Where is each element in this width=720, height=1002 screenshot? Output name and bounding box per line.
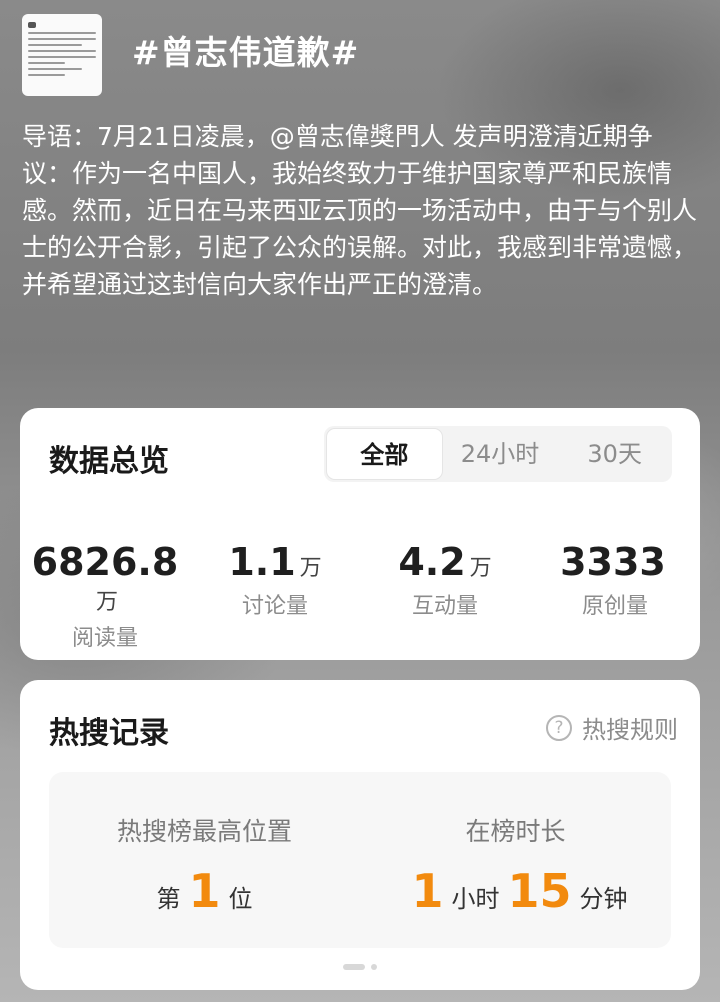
stat-label: 阅读量 bbox=[71, 626, 138, 651]
stat-value: 1.1 bbox=[228, 540, 296, 584]
tab-all[interactable]: 全部 bbox=[326, 428, 443, 480]
pager-dot[interactable] bbox=[371, 964, 377, 970]
on-list-duration: 在榜时长 1 小时 15 分钟 bbox=[360, 812, 671, 918]
time-range-tabs: 全部 24小时 30天 bbox=[324, 426, 672, 482]
stat-discussions: 1.1 万 讨论量 bbox=[190, 540, 360, 652]
data-overview-card: 数据总览 全部 24小时 30天 6826.8万 阅读量 1.1 万 讨论量 4.… bbox=[20, 408, 700, 660]
stat-unit: 万 bbox=[95, 590, 118, 615]
stat-value: 4.2 bbox=[398, 540, 466, 584]
hot-search-title: 热搜记录 bbox=[49, 716, 169, 751]
peak-prefix: 第 bbox=[156, 885, 181, 913]
stat-reads: 6826.8 万 阅读量 bbox=[20, 540, 190, 652]
topic-title: #曾志伟道歉# bbox=[132, 33, 360, 72]
stat-label: 原创量 bbox=[581, 594, 648, 619]
minutes-unit: 分钟 bbox=[579, 885, 628, 913]
duration-label: 在榜时长 bbox=[465, 817, 566, 846]
topic-intro: 导语：7月21日凌晨，@曾志偉獎門人 发声明澄清近期争议：作为一名中国人，我始终… bbox=[22, 122, 698, 299]
hot-search-rules-link[interactable]: ? 热搜规则 bbox=[546, 710, 678, 745]
duration-minutes: 15 bbox=[507, 864, 572, 918]
pager-dot-active[interactable] bbox=[343, 964, 365, 970]
stat-unit: 万 bbox=[299, 556, 322, 581]
tab-30d[interactable]: 30天 bbox=[557, 428, 672, 480]
hours-unit: 小时 bbox=[451, 885, 500, 913]
hot-search-card: 热搜记录 ? 热搜规则 热搜榜最高位置 第 1 位 在榜时长 1 小时 15 分… bbox=[20, 680, 700, 990]
topic-header: #曾志伟道歉# bbox=[22, 14, 359, 96]
pager-dots bbox=[20, 964, 700, 970]
stat-value: 6826.8 bbox=[31, 540, 179, 584]
stat-interactions: 4.2 万 互动量 bbox=[360, 540, 530, 652]
stat-label: 互动量 bbox=[411, 594, 478, 619]
rules-label: 热搜规则 bbox=[582, 716, 678, 744]
tab-24h[interactable]: 24小时 bbox=[443, 428, 558, 480]
peak-value: 1 bbox=[188, 864, 221, 918]
stats-row: 6826.8万 阅读量 1.1 万 讨论量 4.2 万 互动量 3333 原创量 bbox=[20, 540, 700, 652]
peak-position: 热搜榜最高位置 第 1 位 bbox=[49, 812, 360, 918]
stat-unit: 万 bbox=[469, 556, 492, 581]
stat-value: 3333 bbox=[560, 540, 666, 584]
stat-originals: 3333 原创量 bbox=[530, 540, 700, 652]
overview-title: 数据总览 bbox=[49, 444, 169, 479]
stat-label: 讨论量 bbox=[241, 594, 308, 619]
duration-hours: 1 bbox=[411, 864, 444, 918]
thumbnail-avatar bbox=[28, 22, 36, 28]
topic-thumbnail[interactable] bbox=[22, 14, 102, 96]
peak-suffix: 位 bbox=[228, 885, 253, 913]
peak-label: 热搜榜最高位置 bbox=[116, 817, 292, 846]
question-icon: ? bbox=[546, 714, 572, 741]
hot-search-stats: 热搜榜最高位置 第 1 位 在榜时长 1 小时 15 分钟 bbox=[49, 772, 671, 948]
